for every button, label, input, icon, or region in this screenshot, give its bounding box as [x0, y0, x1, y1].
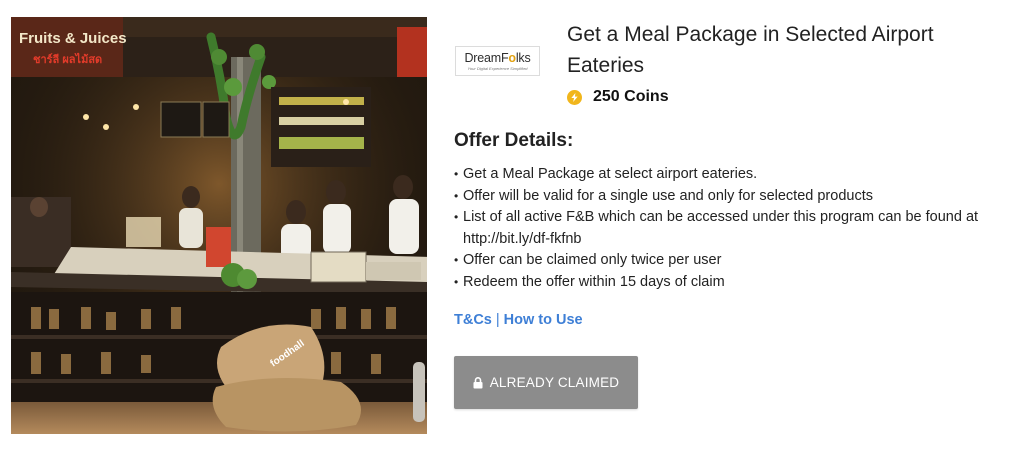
how-to-use-link[interactable]: How to Use — [504, 312, 583, 328]
partner-logo-tagline: Your Digital Experience Simplified — [467, 65, 528, 71]
offer-photo: Fruits & Juices ชาร์ลี ผลไม้สด foodhall — [11, 17, 427, 434]
offer-links: T&Cs | How to Use — [454, 310, 583, 330]
food-court-illustration: Fruits & Juices ชาร์ลี ผลไม้สด foodhall — [11, 17, 427, 434]
already-claimed-label: ALREADY CLAIMED — [489, 375, 620, 390]
photo-sign-subtext: ชาร์ลี ผลไม้สด — [33, 52, 102, 66]
price-row: 250 Coins — [567, 86, 669, 108]
offer-detail-page: Fruits & Juices ชาร์ลี ผลไม้สด foodhall … — [0, 0, 1024, 452]
partner-logo: DreamFolks Your Digital Experience Simpl… — [455, 46, 540, 76]
offer-details-heading: Offer Details: — [454, 130, 574, 151]
coin-icon — [567, 89, 582, 105]
lock-icon — [473, 376, 483, 389]
offer-detail-item: Get a Meal Package at select airport eat… — [454, 164, 1014, 186]
offer-title: Get a Meal Package in Selected Airport E… — [567, 23, 934, 77]
price-text: 250 Coins — [593, 88, 669, 105]
offer-detail-item: Offer can be claimed only twice per user — [454, 250, 1014, 272]
offer-details-list: Get a Meal Package at select airport eat… — [454, 164, 1014, 293]
photo-sign-text: Fruits & Juices — [19, 30, 127, 47]
tcs-link[interactable]: T&Cs — [454, 312, 492, 328]
partner-logo-wordmark: DreamFolks — [464, 50, 531, 65]
offer-detail-item: List of all active F&B which can be acce… — [454, 207, 1014, 250]
offer-detail-item: Redeem the offer within 15 days of claim — [454, 272, 1014, 294]
offer-detail-item: Offer will be valid for a single use and… — [454, 186, 1014, 208]
links-separator: | — [495, 312, 500, 328]
already-claimed-button[interactable]: ALREADY CLAIMED — [454, 356, 638, 409]
